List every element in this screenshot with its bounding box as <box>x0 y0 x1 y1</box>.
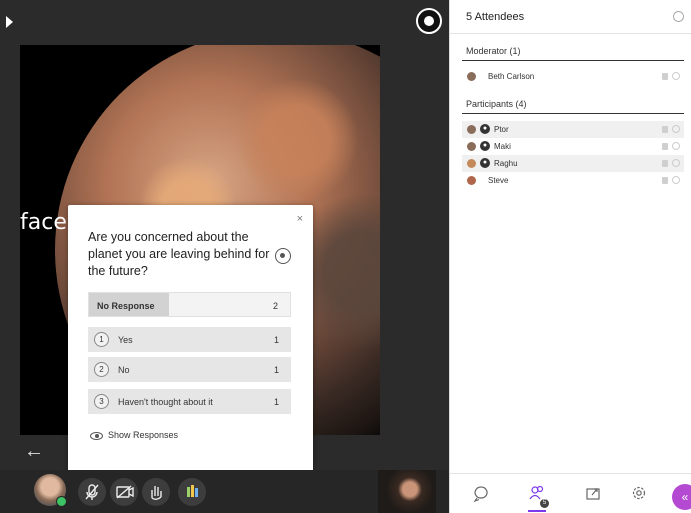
attendee-name: Maki <box>494 142 511 151</box>
avatar <box>467 159 476 168</box>
microphone-status-icon <box>662 73 668 80</box>
microphone-status-icon <box>662 177 668 184</box>
attendee-options-icon[interactable] <box>672 125 680 133</box>
poll-card: × Are you concerned about the planet you… <box>68 205 313 480</box>
poll-option-count: 2 <box>272 301 278 311</box>
back-arrow-icon[interactable]: ← <box>24 440 44 463</box>
poll-option[interactable]: 2 No 1 <box>88 357 291 382</box>
share-icon[interactable] <box>584 484 602 502</box>
presentation-stage: face ← × Are you concerned about the pla… <box>0 0 449 513</box>
attendee-row[interactable]: Steve <box>462 172 684 189</box>
close-icon[interactable]: × <box>297 213 303 225</box>
panel-tabs: 5 « <box>450 473 691 513</box>
attendee-name: Ptor <box>494 125 509 134</box>
microphone-status-icon <box>662 143 668 150</box>
avatar <box>467 125 476 134</box>
attendees-panel: 5 Attendees Moderator (1) Beth Carlson P… <box>449 0 691 513</box>
settings-icon[interactable] <box>630 484 648 502</box>
avatar <box>467 72 476 81</box>
role-badge-icon: ● <box>480 124 490 134</box>
panel-title: 5 Attendees <box>466 11 525 23</box>
divider <box>462 113 684 114</box>
moderator-heading: Moderator (1) <box>466 46 521 56</box>
microphone-status-icon <box>662 160 668 167</box>
chat-icon[interactable] <box>472 484 490 503</box>
poll-result-no-response: No Response 2 <box>88 292 291 317</box>
share-content-icon[interactable] <box>178 478 206 506</box>
attendee-row[interactable]: ● Ptor <box>462 121 684 138</box>
avatar <box>467 176 476 185</box>
divider <box>462 60 684 61</box>
poll-option-count: 1 <box>273 335 279 345</box>
role-badge-icon: ● <box>480 158 490 168</box>
poll-option-count: 1 <box>273 365 279 375</box>
attendee-options-icon[interactable] <box>672 159 680 167</box>
poll-option[interactable]: 3 Haven't thought about it 1 <box>88 389 291 414</box>
attendee-options-icon[interactable] <box>672 72 680 80</box>
poll-option[interactable]: 1 Yes 1 <box>88 327 291 352</box>
session-controls <box>0 470 449 513</box>
option-number-badge: 3 <box>94 394 109 409</box>
slide-text: face <box>20 210 67 235</box>
raise-hand-icon[interactable] <box>142 478 170 506</box>
attendee-name: Steve <box>488 176 509 185</box>
attendee-row[interactable]: ● Maki <box>462 138 684 155</box>
participants-heading: Participants (4) <box>466 99 527 109</box>
attendee-row[interactable]: ● Raghu <box>462 155 684 172</box>
poll-option-label: Haven't thought about it <box>118 397 213 407</box>
collapse-panel-button[interactable]: « <box>672 484 691 510</box>
panel-header: 5 Attendees <box>450 0 691 34</box>
poll-option-label: No Response <box>97 301 155 311</box>
panel-options-icon[interactable] <box>673 11 684 22</box>
poll-status-icon[interactable] <box>275 248 291 264</box>
my-avatar[interactable] <box>34 474 67 507</box>
poll-option-label: Yes <box>118 335 133 345</box>
expand-arrow-icon[interactable] <box>6 16 13 28</box>
avatar <box>467 142 476 151</box>
record-icon[interactable] <box>416 8 442 34</box>
attendee-name: Beth Carlson <box>488 72 535 81</box>
option-number-badge: 1 <box>94 332 109 347</box>
participant-video-thumbnail[interactable] <box>378 470 436 513</box>
attendee-name: Raghu <box>494 159 518 168</box>
attendee-options-icon[interactable] <box>672 142 680 150</box>
attendee-options-icon[interactable] <box>672 176 680 184</box>
poll-option-label: No <box>118 365 130 375</box>
option-number-badge: 2 <box>94 362 109 377</box>
microphone-status-icon <box>662 126 668 133</box>
poll-question: Are you concerned about the planet you a… <box>88 230 270 278</box>
eye-icon <box>90 431 103 440</box>
camera-icon[interactable] <box>110 478 138 506</box>
attendee-row[interactable]: Beth Carlson <box>462 68 684 85</box>
show-responses-label: Show Responses <box>108 430 179 440</box>
role-badge-icon: ● <box>480 141 490 151</box>
show-responses-link[interactable]: Show Responses <box>90 430 178 440</box>
microphone-icon[interactable] <box>78 478 106 506</box>
attendees-count-badge: 5 <box>540 499 549 508</box>
poll-option-count: 1 <box>273 397 279 407</box>
